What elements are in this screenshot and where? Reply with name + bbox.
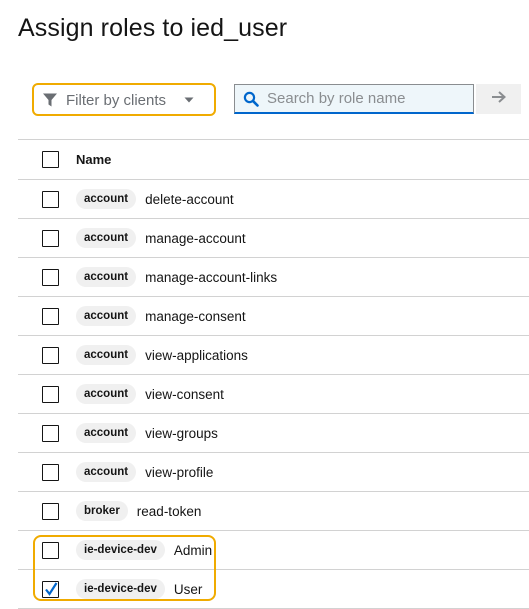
client-badge: account (76, 345, 137, 365)
filter-highlight: Filter by clients (32, 83, 216, 116)
filter-by-clients-dropdown[interactable]: Filter by clients (38, 87, 210, 113)
roles-table: Name account delete-account account manage-… (18, 139, 529, 609)
caret-down-icon (184, 95, 194, 105)
role-name-cell: account manage-account-links (76, 267, 277, 287)
table-row[interactable]: account manage-account-links (18, 258, 529, 297)
role-name: delete-account (145, 191, 234, 207)
client-badge: ie-device-dev (76, 579, 165, 599)
role-name: manage-account-links (145, 269, 278, 285)
role-name: User (173, 581, 203, 597)
table-row[interactable]: account view-consent (18, 375, 529, 414)
select-all-checkbox[interactable] (42, 151, 59, 168)
role-name-cell: ie-device-dev User (76, 579, 202, 599)
row-checkbox[interactable] (42, 346, 59, 364)
role-name-cell: account delete-account (76, 189, 234, 209)
client-badge: account (76, 462, 137, 482)
role-name-cell: account manage-consent (76, 306, 246, 326)
role-name-cell: ie-device-dev Admin (76, 540, 212, 560)
client-badge: account (76, 423, 137, 443)
table-header-row: Name (18, 140, 529, 180)
table-row[interactable]: account view-applications (18, 336, 529, 375)
role-name-cell: account view-consent (76, 384, 224, 404)
arrow-right-icon (491, 90, 507, 109)
role-name: view-groups (145, 425, 218, 441)
table-row[interactable]: ie-device-dev Admin (18, 531, 529, 570)
row-checkbox[interactable] (42, 424, 59, 442)
page-title: Assign roles to ied_user (18, 14, 288, 42)
client-badge: account (76, 189, 137, 209)
role-name: view-profile (145, 464, 214, 480)
table-row[interactable]: ie-device-dev User (18, 570, 529, 609)
row-checkbox[interactable] (42, 541, 59, 559)
role-name-cell: broker read-token (76, 501, 201, 521)
table-body: account delete-account account manage-accou… (18, 180, 529, 609)
client-badge: broker (76, 501, 128, 521)
search-icon (243, 91, 259, 107)
role-name-cell: account view-applications (76, 345, 248, 365)
client-badge: ie-device-dev (76, 540, 165, 560)
role-name-cell: account view-profile (76, 462, 213, 482)
row-checkbox[interactable] (42, 463, 59, 481)
table-row[interactable]: account delete-account (18, 180, 529, 219)
row-checkbox[interactable] (42, 385, 59, 403)
search-input[interactable] (267, 90, 467, 107)
role-name: manage-account (145, 230, 246, 246)
table-row[interactable]: account view-groups (18, 414, 529, 453)
role-name: view-consent (145, 386, 224, 402)
role-name-cell: account view-groups (76, 423, 218, 443)
client-badge: account (76, 384, 137, 404)
table-row[interactable]: account view-profile (18, 453, 529, 492)
client-badge: account (76, 228, 137, 248)
role-name: manage-consent (145, 308, 246, 324)
table-row[interactable]: account manage-consent (18, 297, 529, 336)
client-badge: account (76, 267, 137, 287)
row-checkbox[interactable] (42, 268, 59, 286)
role-name: view-applications (145, 347, 248, 363)
filter-label: Filter by clients (66, 91, 167, 109)
role-name: Admin (173, 542, 213, 558)
row-checkbox[interactable] (42, 307, 59, 325)
table-row[interactable]: broker read-token (18, 492, 529, 531)
client-badge: account (76, 306, 137, 326)
row-checkbox[interactable] (42, 580, 59, 598)
row-checkbox[interactable] (42, 190, 59, 208)
role-name-cell: account manage-account (76, 228, 246, 248)
search-submit-button[interactable] (476, 84, 521, 114)
check-icon (45, 581, 58, 596)
row-checkbox[interactable] (42, 229, 59, 247)
row-checkbox[interactable] (42, 502, 59, 520)
role-name: read-token (136, 503, 202, 519)
table-row[interactable]: account manage-account (18, 219, 529, 258)
filter-icon (42, 92, 58, 108)
search-role-field[interactable] (234, 84, 474, 114)
column-header-name: Name (76, 152, 112, 167)
